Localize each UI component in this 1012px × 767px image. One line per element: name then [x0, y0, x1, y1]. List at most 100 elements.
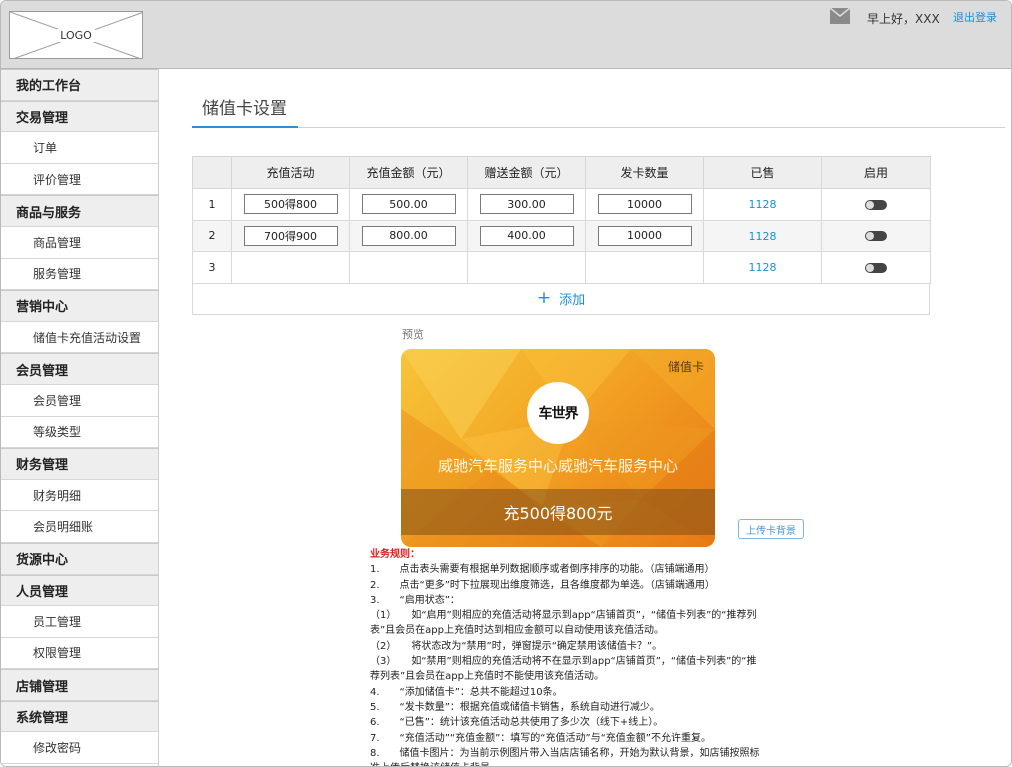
card-offer-text: 充500得800元: [503, 504, 613, 523]
card-type-label: 储值卡: [667, 360, 704, 374]
rules-title: 业务规则：: [370, 549, 420, 560]
cell-activity: [231, 219, 350, 252]
row-index: 2: [192, 219, 232, 252]
sidebar-group-marketing[interactable]: 营销中心: [1, 290, 158, 322]
sidebar-item-member-ledger[interactable]: 会员明细账: [1, 511, 158, 543]
sidebar-group-supply[interactable]: 货源中心: [1, 542, 158, 575]
activity-input[interactable]: [243, 225, 338, 246]
card-logo-text: 车世界: [538, 406, 579, 422]
cell-sold: 1128: [703, 251, 822, 284]
header-index[interactable]: [192, 156, 232, 189]
sidebar-item-levels[interactable]: 等级类型: [1, 416, 158, 449]
cell-bonus[interactable]: [467, 251, 586, 284]
title-active-underline: [192, 126, 298, 128]
rule-line: 2. 点击“更多”时下拉展现出维度筛选，且各维度都为单选。（店铺端通用）: [370, 579, 715, 591]
bonus-input[interactable]: [479, 225, 574, 246]
stored-card-table: 充值活动 充值金额（元） 赠送金额（元） 发卡数量 已售 启用 1 500得80…: [192, 156, 931, 315]
sidebar-group-trade[interactable]: 交易管理: [1, 100, 158, 133]
cell-quantity: [585, 188, 704, 221]
logo-placeholder: LOGO: [9, 11, 143, 59]
header-amount[interactable]: 充值金额（元）: [349, 156, 468, 189]
app-window: LOGO 早上好，XXX 退出登录 我的工作台 交易管理 订单 评价管理 商品与服务 商品…: [0, 0, 1012, 767]
upload-card-background-button[interactable]: 上传卡背景: [738, 519, 804, 539]
cell-amount: [349, 188, 468, 221]
sidebar-item-orders[interactable]: 订单: [1, 132, 158, 164]
card-store-name: 威驰汽车服务中心威驰汽车服务中心: [437, 457, 678, 475]
sidebar-group-finance[interactable]: 财务管理: [1, 448, 158, 480]
sidebar-nav: 我的工作台 交易管理 订单 评价管理 商品与服务 商品管理 服务管理 营销中心 储值卡充值活动设…: [1, 69, 159, 766]
cell-sold: 1128: [703, 219, 822, 252]
header-bonus[interactable]: 赠送金额（元）: [467, 156, 586, 189]
main-content: 储值卡设置 充值活动 充值金额（元） 赠送金额（元） 发卡数量 已售 启用 1 …: [160, 69, 1011, 766]
cell-quantity[interactable]: [585, 251, 704, 284]
user-greeting: 早上好，XXX: [867, 12, 940, 26]
bonus-input[interactable]: [479, 194, 574, 215]
sold-count-link[interactable]: 1128: [749, 230, 777, 243]
header-activity[interactable]: 充值活动: [231, 156, 350, 189]
title-divider: [192, 127, 1005, 128]
quantity-input[interactable]: [597, 225, 692, 246]
cell-quantity: [585, 219, 704, 252]
table-row: 1 1128: [192, 188, 931, 221]
card-store-logo: 车世界: [527, 382, 589, 444]
header-quantity[interactable]: 发卡数量: [585, 156, 704, 189]
sidebar-item-members[interactable]: 会员管理: [1, 384, 158, 417]
table-row: 2 1128: [192, 219, 931, 252]
amount-input[interactable]: [361, 194, 456, 215]
sidebar-group-system[interactable]: 系统管理: [1, 700, 158, 733]
stored-value-card-preview: 储值卡 车世界 威驰汽车服务中心威驰汽车服务中心 充500得800元: [401, 349, 715, 547]
cell-enabled: [821, 188, 931, 221]
cell-amount[interactable]: [349, 251, 468, 284]
rule-line: 7. “充值活动”“充值金额”：填写的“充值活动”与“充值金额”不允许重复。: [370, 732, 711, 744]
table-row: 3 1128: [192, 251, 931, 284]
sidebar-group-workbench[interactable]: 我的工作台: [1, 69, 158, 101]
row-index: 1: [192, 188, 232, 221]
rule-line: （3） 如“禁用”则相应的充值活动将不在显示到app“店铺首页”，“储值卡列表”…: [370, 656, 757, 683]
cell-enabled: [821, 219, 931, 252]
mail-icon[interactable]: [830, 8, 850, 24]
sidebar-item-reviews[interactable]: 评价管理: [1, 163, 158, 196]
cell-activity[interactable]: [231, 251, 350, 284]
sidebar-item-permissions[interactable]: 权限管理: [1, 637, 158, 670]
preview-label: 预览: [402, 328, 424, 341]
sold-count-link[interactable]: 1128: [749, 198, 777, 211]
rule-line: 1. 点击表头需要有根据单列数据顺序或者倒序排序的功能。（店铺端通用）: [370, 564, 715, 576]
sold-count-link[interactable]: 1128: [749, 261, 777, 274]
quantity-input[interactable]: [597, 194, 692, 215]
sidebar-item-services[interactable]: 服务管理: [1, 258, 158, 291]
rule-line: 5. “发卡数量”：根据充值或储值卡销售，系统自动进行减少。: [370, 701, 660, 713]
sidebar-item-employees[interactable]: 员工管理: [1, 606, 158, 638]
page-title: 储值卡设置: [202, 99, 287, 119]
header-enabled[interactable]: 启用: [821, 156, 931, 189]
sidebar-item-change-password[interactable]: 修改密码: [1, 732, 158, 765]
header-sold[interactable]: 已售: [703, 156, 822, 189]
cell-activity: [231, 188, 350, 221]
enable-toggle[interactable]: [865, 262, 887, 273]
rule-line: 6. “已售”：统计该充值活动总共使用了多少次（线下+线上）。: [370, 717, 664, 729]
top-header: LOGO 早上好，XXX 退出登录: [1, 1, 1011, 69]
logo-text: LOGO: [57, 28, 95, 42]
cell-enabled: [821, 251, 931, 284]
sidebar-group-staff[interactable]: 人员管理: [1, 574, 158, 607]
add-row-button[interactable]: + 添加: [192, 283, 930, 315]
rule-line: 8. 储值卡图片：为当前示例图片带入当店店铺名称，开始为默认背景，如店铺按照标准…: [370, 747, 760, 766]
add-label: 添加: [559, 293, 586, 308]
sidebar-group-goods[interactable]: 商品与服务: [1, 195, 158, 227]
card-offer-band: 充500得800元: [401, 489, 715, 535]
enable-toggle[interactable]: [865, 231, 887, 242]
activity-input[interactable]: [243, 194, 338, 215]
sidebar-group-store[interactable]: 店铺管理: [1, 669, 158, 701]
plus-icon: +: [536, 288, 552, 308]
cell-amount: [349, 219, 468, 252]
cell-bonus: [467, 219, 586, 252]
business-rules: 业务规则： 1. 点击表头需要有根据单列数据顺序或者倒序排序的功能。（店铺端通用…: [370, 547, 760, 766]
sidebar-item-goods[interactable]: 商品管理: [1, 226, 158, 259]
amount-input[interactable]: [361, 225, 456, 246]
sidebar-item-stored-card[interactable]: 储值卡充值活动设置: [1, 321, 158, 354]
logout-link[interactable]: 退出登录: [953, 9, 997, 25]
enable-toggle[interactable]: [865, 199, 887, 210]
rule-line: （1） 如“启用”则相应的充值活动将显示到app“店铺首页”，“储值卡列表”的“…: [370, 610, 757, 637]
cell-sold: 1128: [703, 188, 822, 221]
sidebar-item-finance-detail[interactable]: 财务明细: [1, 479, 158, 512]
sidebar-group-members[interactable]: 会员管理: [1, 353, 158, 385]
